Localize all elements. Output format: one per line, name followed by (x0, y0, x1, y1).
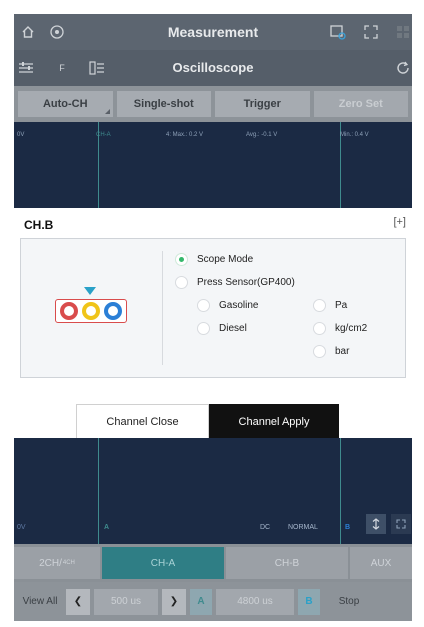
tab-ch-a[interactable]: CH-A (102, 547, 224, 579)
channel-settings-dialog: CH.B [+] Scope Mode Press Sensor(GP400) (14, 208, 412, 439)
option-pa-label: Pa (335, 300, 348, 311)
scope-toolbar: Auto-CH Single-shot Trigger Zero Set (14, 86, 412, 122)
radio-kgcm2[interactable] (313, 322, 326, 335)
option-press-sensor-label: Press Sensor(GP400) (197, 277, 295, 288)
radio-diesel[interactable] (197, 322, 210, 335)
option-diesel[interactable]: Diesel (197, 322, 247, 335)
page-title: Measurement (167, 24, 259, 40)
scope-min-readout: Min.: 0.4 V (340, 132, 369, 138)
channel-mode-label: 2CH/ (39, 557, 62, 569)
cursor-b-button[interactable]: B (298, 588, 320, 615)
single-shot-label: Single-shot (133, 98, 194, 110)
next-timebase-button[interactable]: ❯ (162, 588, 186, 615)
option-scope-mode-label: Scope Mode (197, 254, 254, 265)
radio-bar[interactable] (313, 345, 326, 358)
option-diesel-label: Diesel (219, 323, 247, 334)
channel-apply-button[interactable]: Channel Apply (209, 404, 339, 439)
option-pa[interactable]: Pa (313, 299, 347, 312)
stop-button[interactable]: Stop (324, 589, 374, 615)
scope-max-readout: 4: Max.: 0.2 V (166, 132, 204, 138)
expand-icon[interactable]: [+] (393, 216, 406, 228)
cursor-b-label: B (305, 596, 313, 607)
view-all-button[interactable]: View All (18, 589, 62, 615)
scope-bottom-unit: 0V (17, 524, 26, 531)
channel-mode-small-label: 4CH (62, 560, 75, 566)
single-shot-button[interactable]: Single-shot (116, 91, 211, 117)
coupling-select[interactable]: DC (260, 524, 270, 531)
marker-a-label[interactable]: A (104, 524, 109, 531)
option-gasoline-label: Gasoline (219, 300, 259, 311)
header-bar: Measurement (14, 14, 412, 50)
zero-set-button[interactable]: Zero Set (313, 91, 408, 117)
option-scope-mode[interactable]: Scope Mode (175, 253, 253, 266)
prev-timebase-button[interactable]: ❮ (66, 588, 90, 615)
channel-apply-label: Channel Apply (238, 415, 310, 428)
radio-scope-mode[interactable] (175, 253, 188, 266)
option-bar[interactable]: bar (313, 345, 349, 358)
refresh-icon[interactable] (394, 59, 412, 77)
radio-gasoline[interactable] (197, 299, 210, 312)
trigger-mode-select[interactable]: NORMAL (288, 524, 318, 531)
sub-header-bar: F Oscilloscope (14, 50, 412, 86)
probe-connector-icon (55, 287, 127, 325)
channel-close-label: Channel Close (106, 415, 179, 428)
timebase-right-label: 4800 us (237, 596, 273, 607)
trigger-button[interactable]: Trigger (215, 91, 310, 117)
radio-pa[interactable] (313, 299, 326, 312)
dropdown-corner-icon (104, 109, 110, 114)
probe-blue-port-icon (104, 302, 122, 320)
tab-ch-b-label: CH-B (274, 557, 300, 569)
trigger-label: Trigger (243, 98, 281, 110)
timebase-left-label: 500 us (110, 596, 142, 607)
chevron-right-icon: ❯ (169, 596, 179, 607)
radio-press-sensor[interactable] (175, 276, 188, 289)
option-bar-label: bar (335, 346, 350, 357)
menu-grid-icon[interactable] (394, 23, 412, 41)
channel-options-panel: Scope Mode Press Sensor(GP400) Gasoline … (20, 238, 406, 378)
channel-tab-bar: 2CH/ 4CH CH-A CH-B AUX (14, 544, 412, 582)
scope-unit-label: 0V (17, 132, 25, 138)
option-kgcm2[interactable]: kg/cm2 (313, 322, 367, 335)
channel-mode-tab[interactable]: 2CH/ 4CH (14, 547, 100, 579)
scope-display-top: 0V CH-A 4: Max.: 0.2 V Avg.: -0.1 V Min.… (14, 122, 412, 208)
sub-title: Oscilloscope (172, 60, 254, 75)
option-kgcm2-label: kg/cm2 (335, 323, 368, 334)
channel-b-cursor-bottom (340, 438, 341, 544)
tab-aux[interactable]: AUX (350, 547, 412, 579)
scope-channel-label: CH-A (96, 132, 111, 138)
marker-b-label[interactable]: B (345, 524, 350, 531)
fullscreen-icon[interactable] (362, 23, 380, 41)
probe-red-port-icon (60, 302, 78, 320)
timebase-nav-bar: View All ❮ 500 us ❯ A 4800 us B Stop (14, 582, 412, 621)
scope-display-bottom: 0V A DC NORMAL B (14, 438, 412, 544)
scope-fullscreen-icon[interactable] (391, 514, 411, 534)
auto-ch-label: Auto-CH (42, 98, 88, 110)
tab-ch-a-label: CH-A (150, 557, 176, 569)
tab-ch-b[interactable]: CH-B (226, 547, 348, 579)
stop-label: Stop (338, 596, 360, 607)
probe-arrow-icon (84, 287, 96, 295)
option-gasoline[interactable]: Gasoline (197, 299, 258, 312)
channel-a-cursor-bottom (98, 438, 99, 544)
zero-set-label: Zero Set (338, 98, 383, 110)
vertical-scale-icon[interactable] (366, 514, 386, 534)
scope-avg-readout: Avg.: -0.1 V (246, 132, 278, 138)
option-press-sensor[interactable]: Press Sensor(GP400) (175, 276, 295, 289)
tab-aux-label: AUX (370, 557, 392, 569)
chevron-left-icon: ❮ (73, 596, 83, 607)
channel-close-button[interactable]: Channel Close (76, 404, 209, 439)
auto-ch-button[interactable]: Auto-CH (18, 91, 113, 117)
cursor-a-button[interactable]: A (190, 588, 212, 615)
panel-divider (162, 251, 163, 365)
screen-record-icon[interactable] (328, 23, 348, 41)
app-frame: Measurement F Oscilloscope Auto-CH Singl… (14, 14, 412, 621)
timebase-right-value: 4800 us (216, 588, 294, 615)
probe-yellow-port-icon (82, 302, 100, 320)
view-all-label: View All (22, 596, 58, 607)
dialog-title: CH.B (24, 218, 54, 232)
timebase-left-value: 500 us (94, 588, 158, 615)
cursor-a-label: A (197, 596, 205, 607)
